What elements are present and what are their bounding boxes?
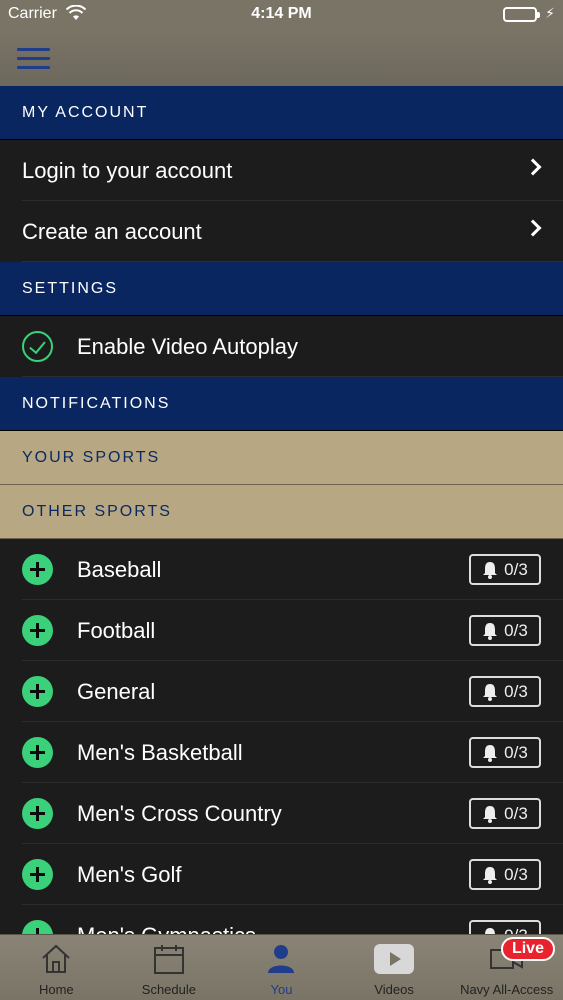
charging-bolt-icon: ⚡: [545, 5, 555, 21]
notification-count-button[interactable]: 0/3: [469, 615, 541, 646]
notification-count: 0/3: [504, 864, 528, 884]
tab-videos-label: Videos: [374, 982, 414, 997]
sport-name: Men's Cross Country: [77, 800, 282, 826]
nav-bar: [0, 30, 563, 86]
bell-icon: [483, 622, 498, 640]
sport-name: Men's Basketball: [77, 739, 243, 765]
chevron-right-icon: [524, 158, 542, 176]
bell-icon: [483, 805, 498, 823]
add-circle-icon[interactable]: [22, 554, 53, 585]
section-my-account: MY ACCOUNT: [0, 86, 563, 140]
notification-count-button[interactable]: 0/3: [469, 859, 541, 890]
bell-icon: [485, 927, 496, 934]
section-other-sports: OTHER SPORTS: [0, 485, 563, 539]
notification-count-button[interactable]: 0/3: [469, 920, 541, 934]
section-settings: SETTINGS: [0, 262, 563, 316]
create-account-label: Create an account: [22, 218, 202, 244]
battery-icon: [503, 7, 540, 22]
sport-row[interactable]: General 0/3: [0, 661, 563, 722]
add-circle-icon[interactable]: [22, 920, 53, 934]
play-icon: [373, 943, 415, 980]
sport-row[interactable]: Men's Cross Country 0/3: [0, 783, 563, 844]
tab-schedule-label: Schedule: [141, 982, 196, 997]
menu-icon[interactable]: [17, 48, 50, 70]
notification-count: 0/3: [504, 803, 528, 823]
sport-row[interactable]: Men's Golf 0/3: [0, 844, 563, 905]
sport-row[interactable]: Football 0/3: [0, 600, 563, 661]
tab-videos[interactable]: Videos: [338, 935, 451, 1000]
status-bar: Carrier 4:14 PM ⚡: [0, 0, 563, 30]
home-icon: [40, 943, 72, 980]
bell-icon: [483, 561, 498, 579]
sport-row[interactable]: Men's Basketball 0/3: [0, 722, 563, 783]
section-notifications: NOTIFICATIONS: [0, 377, 563, 431]
login-row[interactable]: Login to your account: [0, 140, 563, 201]
sports-list: Baseball 0/3 Football 0/3 General 0/3 Men's Ba…: [0, 539, 563, 934]
bell-icon: [483, 744, 498, 762]
sport-name: Men's Golf: [77, 861, 182, 887]
notification-count: 0/3: [504, 742, 528, 762]
notification-count: 0/3: [504, 620, 528, 640]
tab-navy-all-access[interactable]: Live Navy All-Access: [450, 935, 563, 1000]
tab-navy-all-access-label: Navy All-Access: [460, 982, 554, 997]
notification-count-button[interactable]: 0/3: [469, 798, 541, 829]
sport-name: General: [77, 678, 156, 704]
tab-you-label: You: [270, 982, 293, 997]
calendar-icon: [153, 943, 185, 980]
bell-icon: [483, 683, 498, 701]
sport-row[interactable]: Men's Gymnastics 0/3: [0, 905, 563, 934]
chevron-right-icon: [524, 219, 542, 237]
create-account-row[interactable]: Create an account: [0, 201, 563, 262]
person-icon: [266, 943, 296, 980]
bell-icon: [483, 866, 498, 884]
add-circle-icon[interactable]: [22, 859, 53, 890]
notification-count: 0/3: [504, 681, 528, 701]
login-label: Login to your account: [22, 157, 233, 183]
notification-count-button[interactable]: 0/3: [469, 676, 541, 707]
autoplay-row[interactable]: Enable Video Autoplay: [0, 316, 563, 377]
tab-schedule[interactable]: Schedule: [113, 935, 226, 1000]
settings-list[interactable]: MY ACCOUNT Login to your account Create …: [0, 86, 563, 934]
clock: 4:14 PM: [251, 5, 312, 22]
live-badge: Live: [500, 937, 555, 961]
sport-name: Men's Gymnastics: [77, 923, 256, 935]
add-circle-icon[interactable]: [22, 676, 53, 707]
tab-home[interactable]: Home: [0, 935, 113, 1000]
add-circle-icon[interactable]: [22, 737, 53, 768]
notification-count: 0/3: [504, 926, 528, 935]
section-your-sports: YOUR SPORTS: [0, 431, 563, 485]
sport-name: Football: [77, 617, 156, 643]
autoplay-label: Enable Video Autoplay: [77, 333, 298, 359]
notification-count: 0/3: [504, 559, 528, 579]
tab-bar: Home Schedule You Videos Live Navy All-A…: [0, 934, 563, 1000]
checkmark-icon[interactable]: [22, 331, 53, 362]
add-circle-icon[interactable]: [22, 798, 53, 829]
add-circle-icon[interactable]: [22, 615, 53, 646]
sport-name: Baseball: [77, 556, 162, 582]
sport-row[interactable]: Baseball 0/3: [0, 539, 563, 600]
notification-count-button[interactable]: 0/3: [469, 554, 541, 585]
notification-count-button[interactable]: 0/3: [469, 737, 541, 768]
tab-home-label: Home: [38, 982, 74, 997]
tab-you[interactable]: You: [225, 935, 338, 1000]
